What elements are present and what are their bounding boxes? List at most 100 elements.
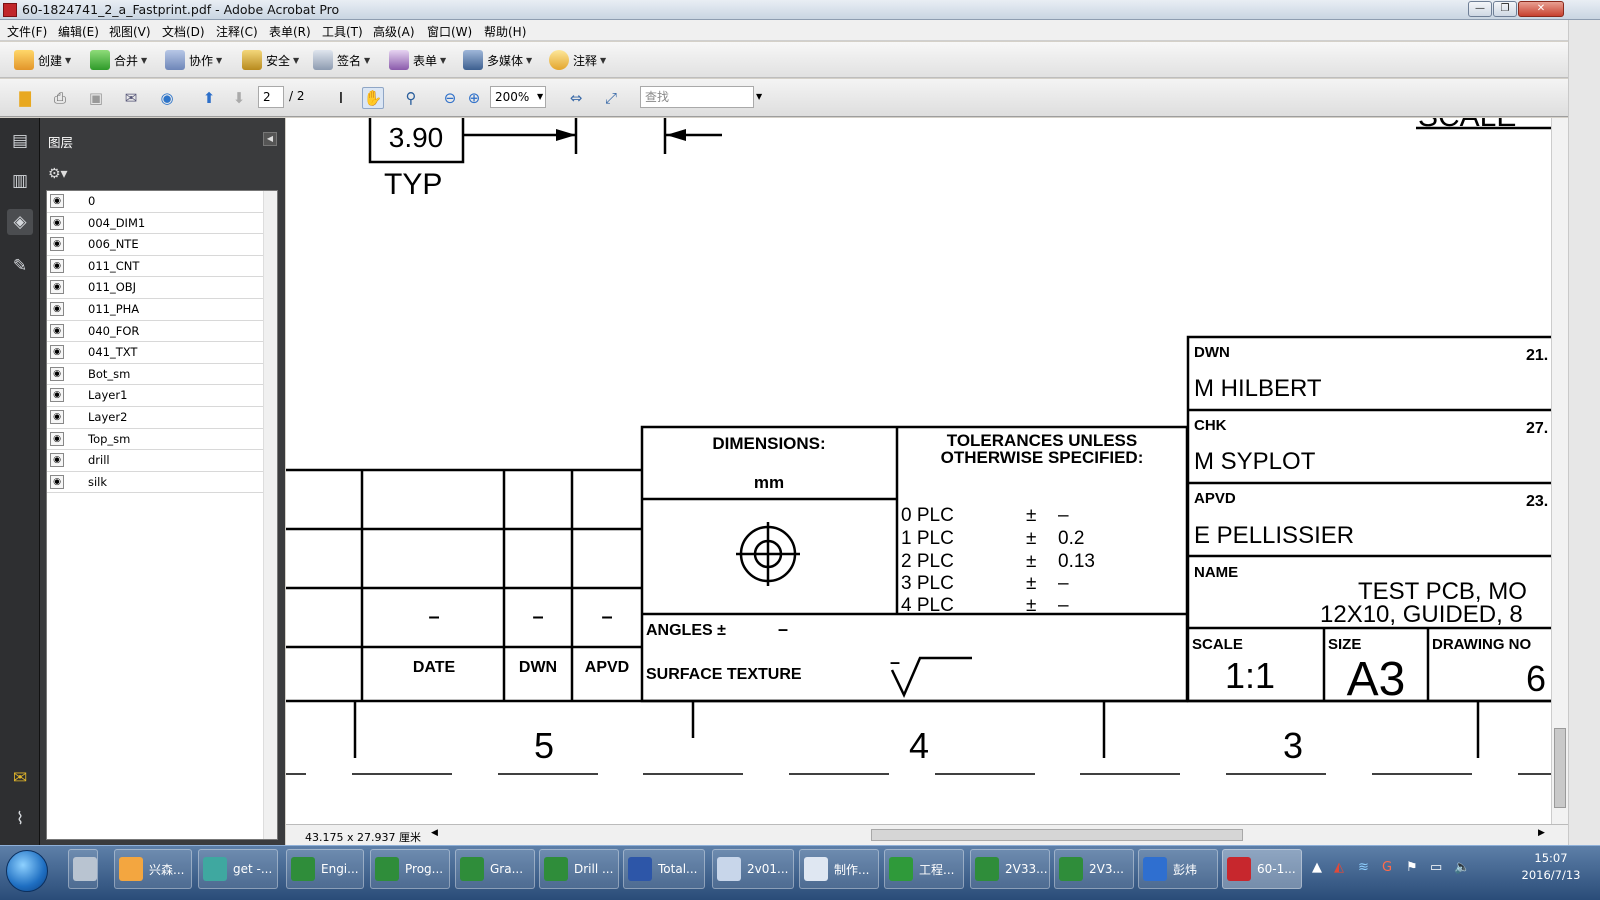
layer-item[interactable]: ◉ 004_DIM1 [47,213,263,235]
close-window-button[interactable]: ✕ [1518,1,1564,17]
web-icon[interactable]: ◉ [156,87,178,109]
layer-item[interactable]: ◉ drill [47,450,263,472]
taskbar-item[interactable]: Total... [623,849,705,889]
taskbar-item[interactable]: 2V33... [970,849,1050,889]
menu-view[interactable]: 视图(V) [109,23,151,40]
sign-button[interactable]: 签名 ▼ [313,48,370,72]
layer-item[interactable]: ◉ 011_PHA [47,299,263,321]
print-icon[interactable]: ⎙ [49,87,71,109]
layer-item[interactable]: ◉ Top_sm [47,429,263,451]
tray-app-icon[interactable]: ≋ [1358,860,1369,875]
calculator-icon[interactable] [68,849,98,889]
eye-icon[interactable]: ◉ [50,194,64,208]
scroll-right-icon[interactable]: ▶ [1538,828,1545,838]
signatures-icon[interactable]: ✎ [7,253,33,279]
menu-advanced[interactable]: 高级(A) [373,23,415,40]
zoom-dropdown-icon[interactable]: ▼ [537,92,543,101]
hand-tool-icon[interactable]: ✋ [362,87,384,109]
taskbar-item[interactable]: get -... [198,849,278,889]
attachments-icon[interactable]: ⌇ [7,806,33,832]
scroll-thumb[interactable] [1554,728,1566,808]
document-vertical-scrollbar[interactable] [1551,118,1568,824]
eye-icon[interactable]: ◉ [50,410,64,424]
fit-width-icon[interactable]: ⇔ [565,87,587,109]
forms-button[interactable]: 表单 ▼ [389,48,446,72]
taskbar-item[interactable]: Engi... [286,849,364,889]
layers-icon[interactable]: ◈ [7,209,33,235]
search-dropdown-icon[interactable]: ▼ [756,92,762,101]
bookmarks-icon[interactable]: ▥ [7,168,33,194]
menu-window[interactable]: 窗口(W) [427,23,472,40]
document-canvas[interactable]: 3.90 TYP SCALE – – – DATE DWN APVD DIMEN… [286,118,1551,824]
eye-icon[interactable]: ◉ [50,323,64,338]
clock[interactable]: 15:07 2016/7/13 [1516,850,1586,884]
eye-icon[interactable]: ◉ [50,345,64,360]
taskbar-item[interactable]: Gra... [455,849,535,889]
layer-item[interactable]: ◉ silk [47,472,263,494]
layer-item[interactable]: ◉ 006_NTE [47,234,263,256]
taskbar-item[interactable]: Prog... [370,849,450,889]
combine-button[interactable]: 合并 ▼ [90,48,147,72]
menu-help[interactable]: 帮助(H) [484,23,526,40]
layer-item[interactable]: ◉ 041_TXT [47,342,263,364]
start-button[interactable] [6,850,48,892]
fit-page-icon[interactable]: ⤢ [600,87,622,109]
search-input[interactable]: 查找 [640,86,754,108]
taskbar-item[interactable]: 2v01... [712,849,794,889]
layer-item[interactable]: ◉ 011_CNT [47,256,263,278]
menu-edit[interactable]: 编辑(E) [58,23,99,40]
layer-item[interactable]: ◉ Layer1 [47,385,263,407]
collapse-panel-icon[interactable]: ◀ [263,132,277,146]
previous-page-icon[interactable]: ⬆ [198,87,220,109]
eye-icon[interactable]: ◉ [50,258,64,273]
page-number-input[interactable]: 2 [258,86,284,108]
eye-icon[interactable]: ◉ [50,474,64,489]
taskbar-item[interactable]: 工程... [884,849,964,889]
create-button[interactable]: 创建 ▼ [14,48,71,72]
eye-icon[interactable]: ◉ [50,388,64,403]
zoom-in-icon[interactable]: ⊕ [463,87,485,109]
taskbar-item[interactable]: 2V3... [1054,849,1134,889]
eye-icon[interactable]: ◉ [50,453,64,468]
eye-icon[interactable]: ◉ [50,280,64,295]
menu-comments[interactable]: 注释(C) [216,23,258,40]
layer-item[interactable]: ◉ Layer2 [47,407,263,429]
zoom-tool-icon[interactable]: ⚲ [400,87,422,109]
email-icon[interactable]: ✉ [120,87,142,109]
menu-document[interactable]: 文档(D) [162,23,205,40]
options-gear-icon[interactable]: ⚙▾ [48,166,68,182]
secure-button[interactable]: 安全 ▼ [242,48,299,72]
eye-icon[interactable]: ◉ [50,215,64,230]
restore-button[interactable]: ❐ [1493,1,1517,17]
layer-item[interactable]: ◉ 011_OBJ [47,277,263,299]
show-hidden-icons-icon[interactable]: ▲ [1312,860,1322,875]
taskbar-item[interactable]: 制作... [799,849,879,889]
comments-icon[interactable]: ✉ [7,765,33,791]
menu-forms[interactable]: 表单(R) [269,23,311,40]
taskbar-item-acrobat[interactable]: 60-1... [1222,849,1302,889]
zoom-out-icon[interactable]: ⊖ [439,87,461,109]
menu-tools[interactable]: 工具(T) [322,23,363,40]
comment-button[interactable]: 注释 ▼ [549,48,606,72]
eye-icon[interactable]: ◉ [50,302,64,316]
eye-icon[interactable]: ◉ [50,237,64,252]
scroll-left-icon[interactable]: ◀ [431,828,438,838]
minimize-button[interactable]: — [1468,1,1492,17]
layer-item[interactable]: ◉ Bot_sm [47,364,263,386]
eye-icon[interactable]: ◉ [50,431,64,446]
flag-icon[interactable]: ⚑ [1406,860,1418,875]
volume-icon[interactable]: 🔈 [1454,860,1470,875]
horizontal-scroll-thumb[interactable] [871,829,1243,841]
taskbar-item[interactable]: Drill ... [539,849,619,889]
tray-app-icon[interactable]: G [1382,860,1392,875]
open-folder-icon[interactable]: ▇ [14,87,36,109]
layer-item[interactable]: ◉ 0 [47,191,263,213]
next-page-icon[interactable]: ⬇ [228,87,250,109]
save-icon[interactable]: ▣ [85,87,107,109]
eye-icon[interactable]: ◉ [50,366,64,381]
pages-icon[interactable]: ▤ [7,128,33,154]
select-text-icon[interactable]: I [330,87,352,109]
taskbar-item[interactable]: 彭炜 [1138,849,1218,889]
layer-list-scrollbar[interactable] [263,191,277,839]
network-icon[interactable]: ▭ [1430,860,1442,875]
